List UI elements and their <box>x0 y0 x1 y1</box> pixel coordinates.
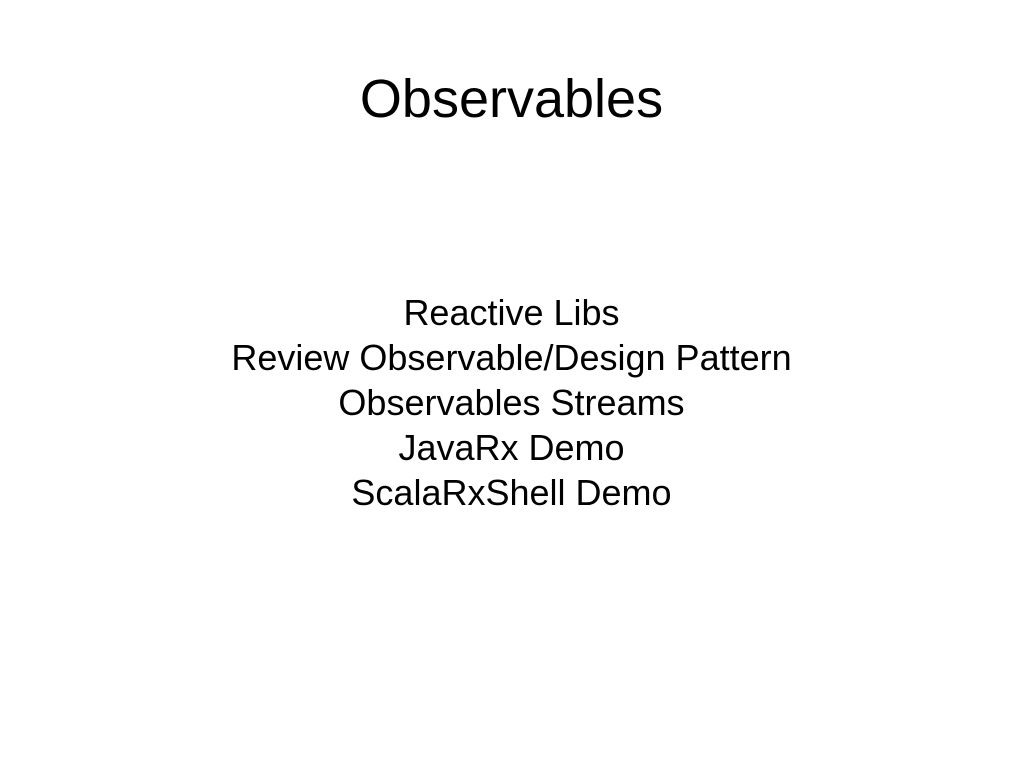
content-line-2: Review Observable/Design Pattern <box>231 335 791 380</box>
content-line-3: Observables Streams <box>231 380 791 425</box>
slide-container: Observables Reactive Libs Review Observa… <box>0 0 1023 767</box>
content-line-4: JavaRx Demo <box>231 425 791 470</box>
slide-title: Observables <box>360 68 663 130</box>
content-line-5: ScalaRxShell Demo <box>231 470 791 515</box>
content-line-1: Reactive Libs <box>231 290 791 335</box>
slide-content: Reactive Libs Review Observable/Design P… <box>231 290 791 515</box>
